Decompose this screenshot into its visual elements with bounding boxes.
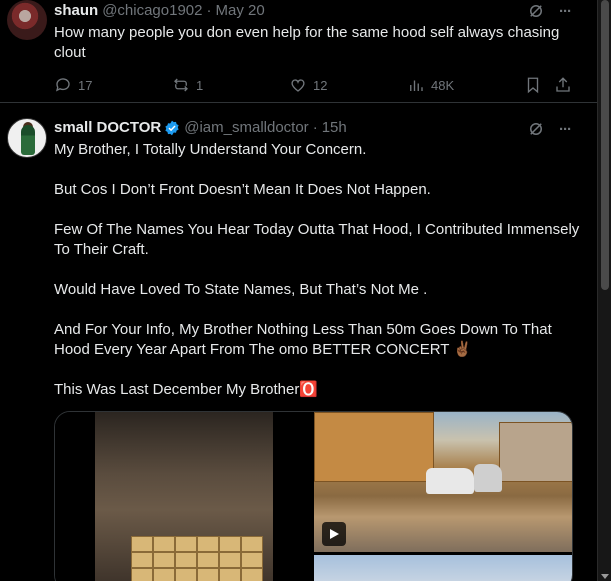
bookmark-icon: [527, 77, 539, 94]
carton-shape: [219, 536, 241, 552]
media-grid[interactable]: [54, 411, 573, 581]
play-icon[interactable]: [322, 522, 346, 546]
scroll-down-icon[interactable]: [601, 574, 609, 579]
separator: ·: [206, 2, 212, 19]
carton-shape: [131, 568, 153, 581]
author-handle[interactable]: @chicago1902: [102, 2, 202, 19]
carton-shape: [197, 536, 219, 552]
separator: ·: [312, 119, 318, 136]
more-options-icon[interactable]: ···: [559, 121, 572, 138]
carton-shape: [241, 536, 263, 552]
like-count: 12: [313, 77, 328, 93]
carton-shape: [241, 552, 263, 568]
media-image-sky[interactable]: [314, 555, 572, 581]
tweet-small-doctor[interactable]: small DOCTOR @iam_smalldoctor · 15h ··· …: [0, 104, 597, 581]
reply-count: 17: [78, 77, 93, 93]
carton-shape: [175, 536, 197, 552]
tweet-paragraph: Few Of The Names You Hear Today Outta Th…: [54, 221, 580, 258]
tweet-paragraph: And For Your Info, My Brother Nothing Le…: [54, 321, 552, 358]
carton-shape: [153, 552, 175, 568]
tweet-date[interactable]: 15h: [322, 119, 347, 136]
carton-shape: [153, 536, 175, 552]
carton-shape: [175, 552, 197, 568]
carton-shape: [219, 568, 241, 581]
media-image-boxes[interactable]: [55, 412, 311, 581]
author-name[interactable]: small DOCTOR: [54, 119, 161, 136]
media-video-street[interactable]: [314, 412, 572, 552]
tweet-paragraph: My Brother, I Totally Understand Your Co…: [54, 141, 367, 158]
tweet-text: My Brother, I Totally Understand Your Co…: [54, 140, 584, 420]
tweet-date[interactable]: May 20: [216, 2, 265, 19]
car-shape: [426, 468, 474, 494]
grok-icon[interactable]: [527, 120, 545, 138]
view-count: 48K: [431, 77, 455, 93]
building-shape: [314, 412, 434, 482]
tweet-text: How many people you don even help for th…: [54, 24, 560, 61]
scrollbar-thumb[interactable]: [601, 0, 609, 290]
author-handle[interactable]: @iam_smalldoctor: [184, 119, 308, 136]
avatar-small-doctor[interactable]: [7, 118, 47, 158]
car-shape: [474, 464, 502, 492]
like-button[interactable]: 12: [289, 76, 407, 94]
carton-shape: [241, 568, 263, 581]
avatar-shaun[interactable]: [7, 0, 47, 40]
tweet-header: small DOCTOR @iam_smalldoctor · 15h: [54, 119, 347, 136]
reply-icon: [55, 78, 70, 92]
carton-shape: [175, 568, 197, 581]
grok-icon[interactable]: [527, 2, 545, 20]
author-name[interactable]: shaun: [54, 2, 98, 19]
carton-shape: [219, 552, 241, 568]
tweet-paragraph: But Cos I Don’t Front Doesn’t Mean It Do…: [54, 181, 431, 198]
carton-shape: [197, 552, 219, 568]
bookmark-button[interactable]: [524, 76, 554, 94]
scrollbar[interactable]: [597, 0, 611, 581]
share-button[interactable]: [554, 76, 574, 94]
views-chart-icon: [410, 80, 423, 91]
tweet-corner-icons: ···: [527, 2, 572, 20]
retweet-count: 1: [196, 77, 204, 93]
tweet-paragraph: This Was Last December My Brother🅾️: [54, 381, 319, 398]
views-button[interactable]: 48K: [407, 76, 524, 94]
tweet-corner-icons: ···: [527, 120, 572, 138]
verified-badge-icon: [165, 120, 179, 135]
retweet-icon: [174, 78, 188, 92]
carton-shape: [131, 536, 153, 552]
heart-icon: [291, 79, 305, 92]
tweet-shaun[interactable]: shaun @chicago1902 · May 20 ··· How many…: [0, 0, 597, 103]
building-shape: [499, 422, 572, 482]
reply-button[interactable]: 17: [54, 76, 172, 94]
carton-shape: [131, 552, 153, 568]
retweet-button[interactable]: 1: [172, 76, 289, 94]
more-options-icon[interactable]: ···: [559, 3, 572, 20]
share-icon: [556, 77, 570, 92]
tweet-header: shaun @chicago1902 · May 20: [54, 2, 265, 19]
tweet-actions: 17 1 12 48K: [54, 75, 584, 95]
room-image: [95, 412, 273, 581]
tweet-paragraph: Would Have Loved To State Names, But Tha…: [54, 281, 428, 298]
carton-shape: [153, 568, 175, 581]
avatar-figure-shape: [21, 125, 35, 155]
carton-shape: [197, 568, 219, 581]
